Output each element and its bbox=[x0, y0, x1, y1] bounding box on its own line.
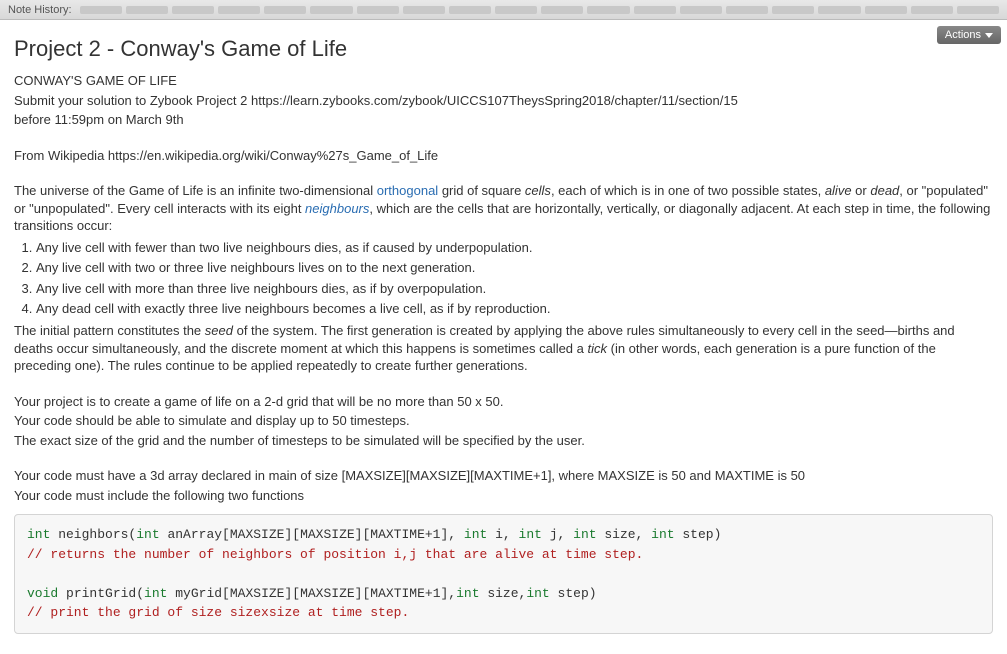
description-paragraph: The universe of the Game of Life is an i… bbox=[14, 182, 993, 235]
requirement-line: Your code must include the following two… bbox=[14, 487, 993, 505]
history-seg[interactable] bbox=[587, 6, 629, 14]
rule-item: Any live cell with two or three live nei… bbox=[36, 259, 993, 277]
history-seg[interactable] bbox=[80, 6, 122, 14]
subtitle: CONWAY'S GAME OF LIFE bbox=[14, 72, 993, 90]
history-seg[interactable] bbox=[865, 6, 907, 14]
history-seg[interactable] bbox=[957, 6, 999, 14]
project-line: Your project is to create a game of life… bbox=[14, 393, 993, 411]
history-seg[interactable] bbox=[357, 6, 399, 14]
requirement-line: Your code must have a 3d array declared … bbox=[14, 467, 993, 485]
history-seg[interactable] bbox=[172, 6, 214, 14]
history-seg[interactable] bbox=[634, 6, 676, 14]
history-seg[interactable] bbox=[126, 6, 168, 14]
history-seg[interactable] bbox=[495, 6, 537, 14]
history-seg[interactable] bbox=[726, 6, 768, 14]
history-seg[interactable] bbox=[264, 6, 306, 14]
history-seg[interactable] bbox=[818, 6, 860, 14]
history-seg[interactable] bbox=[218, 6, 260, 14]
history-seg[interactable] bbox=[680, 6, 722, 14]
rule-item: Any live cell with fewer than two live n… bbox=[36, 239, 993, 257]
history-seg[interactable] bbox=[449, 6, 491, 14]
actions-label: Actions bbox=[945, 29, 981, 41]
dead-term: dead bbox=[870, 183, 899, 198]
rule-item: Any live cell with more than three live … bbox=[36, 280, 993, 298]
wikipedia-source: From Wikipedia https://en.wikipedia.org/… bbox=[14, 147, 993, 165]
history-seg[interactable] bbox=[911, 6, 953, 14]
rule-item: Any dead cell with exactly three live ne… bbox=[36, 300, 993, 318]
content: Actions Project 2 - Conway's Game of Lif… bbox=[0, 20, 1007, 654]
project-line: The exact size of the grid and the numbe… bbox=[14, 432, 993, 450]
chevron-down-icon bbox=[985, 33, 993, 38]
seed-term: seed bbox=[205, 323, 233, 338]
history-seg[interactable] bbox=[772, 6, 814, 14]
seed-paragraph: The initial pattern constitutes the seed… bbox=[14, 322, 993, 375]
code-block: int neighbors(int anArray[MAXSIZE][MAXSI… bbox=[14, 514, 993, 634]
orthogonal-link[interactable]: orthogonal bbox=[377, 183, 438, 198]
neighbours-link[interactable]: neighbours bbox=[305, 201, 369, 216]
history-timeline[interactable] bbox=[80, 5, 999, 15]
rules-list: Any live cell with fewer than two live n… bbox=[36, 239, 993, 318]
history-seg[interactable] bbox=[310, 6, 352, 14]
note-history-bar: Note History: bbox=[0, 0, 1007, 20]
page-title: Project 2 - Conway's Game of Life bbox=[14, 36, 993, 62]
project-line: Your code should be able to simulate and… bbox=[14, 412, 993, 430]
history-seg[interactable] bbox=[403, 6, 445, 14]
cells-term: cells bbox=[525, 183, 551, 198]
alive-term: alive bbox=[825, 183, 852, 198]
history-seg[interactable] bbox=[541, 6, 583, 14]
actions-button[interactable]: Actions bbox=[937, 26, 1001, 44]
note-history-label: Note History: bbox=[8, 4, 72, 16]
tick-term: tick bbox=[588, 341, 608, 356]
submit-line: Submit your solution to Zybook Project 2… bbox=[14, 92, 993, 110]
deadline: before 11:59pm on March 9th bbox=[14, 111, 993, 129]
